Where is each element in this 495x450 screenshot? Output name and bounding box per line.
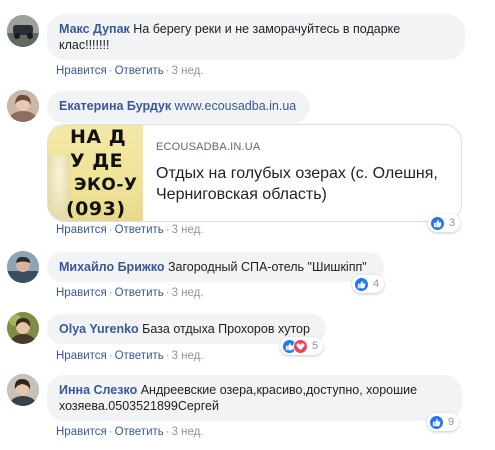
preview-title[interactable]: Отдых на голубых озерах (с. Олешня, Черн… [156, 163, 452, 205]
reactions-count: 3 [449, 217, 456, 229]
comment-bubble: Михайло Брижко Загородный СПА-отель "Шиш… [47, 252, 384, 282]
reactions-badge[interactable]: 5 [280, 337, 324, 355]
preview-thumbnail: НА Д У ДЕ ЭКО-У (093) [48, 125, 143, 221]
reactions-badge[interactable]: 9 [427, 413, 460, 431]
reply-action[interactable]: Ответить [115, 350, 164, 362]
avatar-image [7, 374, 39, 406]
reactions-count: 9 [448, 416, 455, 428]
avatar-image [7, 15, 39, 47]
like-icon [430, 215, 445, 231]
like-icon [429, 414, 444, 430]
comment-bubble: Инна Слезко Андреевские озера,красиво,до… [47, 375, 462, 421]
reply-action[interactable]: Ответить [115, 287, 164, 299]
avatar[interactable] [7, 312, 39, 344]
reply-action[interactable]: Ответить [115, 224, 164, 236]
comment-author[interactable]: Инна Слезко [59, 383, 137, 397]
like-action[interactable]: Нравится [56, 350, 107, 362]
comment-author[interactable]: Михайло Брижко [59, 260, 164, 274]
comment-time[interactable]: 3 нед. [172, 350, 204, 362]
comment-bubble: Макс Дупак На берегу реки и не заморачуй… [47, 14, 465, 60]
comment-author[interactable]: Макс Дупак [59, 22, 130, 36]
like-action[interactable]: Нравится [56, 426, 107, 438]
like-action[interactable]: Нравится [56, 65, 107, 77]
comment-author[interactable]: Екатерина Бурдук [59, 99, 171, 113]
reactions-count: 5 [312, 340, 319, 352]
love-icon [293, 338, 308, 354]
comment-time[interactable]: 3 нед. [172, 426, 204, 438]
comment-time[interactable]: 3 нед. [172, 65, 204, 77]
reactions-badge[interactable]: 4 [352, 275, 385, 293]
like-action[interactable]: Нравится [56, 287, 107, 299]
link-preview-card[interactable]: НА Д У ДЕ ЭКО-У (093) ECOUSADBA.IN.UA От… [47, 124, 462, 222]
avatar[interactable] [7, 374, 39, 406]
avatar-image [7, 251, 39, 283]
comment-time[interactable]: 3 нед. [172, 224, 204, 236]
reactions-badge[interactable]: 3 [428, 214, 461, 232]
avatar[interactable] [7, 90, 39, 122]
comment-actions: Нравится · Ответить · 3 нед. [56, 224, 204, 236]
preview-domain: ECOUSADBA.IN.UA [156, 141, 261, 153]
avatar[interactable] [7, 251, 39, 283]
comment-text: Загородный СПА-отель "Шишкіпп" [167, 260, 367, 274]
comment-actions: Нравится · Ответить · 3 нед. [56, 350, 204, 362]
avatar-image [7, 90, 39, 122]
comment-text: База отдыха Прохоров хутор [142, 322, 310, 336]
reply-action[interactable]: Ответить [115, 65, 164, 77]
thumbnail-text: НА Д У ДЕ ЭКО-У (093) [66, 126, 138, 220]
like-icon [354, 276, 369, 292]
avatar[interactable] [7, 15, 39, 47]
avatar-image [7, 312, 39, 344]
reactions-count: 4 [373, 278, 380, 290]
comment-actions: Нравится · Ответить · 3 нед. [56, 65, 204, 77]
like-action[interactable]: Нравится [56, 224, 107, 236]
comment-author[interactable]: Olya Yurenko [59, 322, 139, 336]
comment-actions: Нравится · Ответить · 3 нед. [56, 426, 204, 438]
reply-action[interactable]: Ответить [115, 426, 164, 438]
comment-time[interactable]: 3 нед. [172, 287, 204, 299]
comment-bubble: Екатерина Бурдук www.ecousadba.in.ua [47, 91, 310, 123]
comment-link[interactable]: www.ecousadba.in.ua [175, 99, 297, 113]
comment-actions: Нравится · Ответить · 3 нед. [56, 287, 204, 299]
